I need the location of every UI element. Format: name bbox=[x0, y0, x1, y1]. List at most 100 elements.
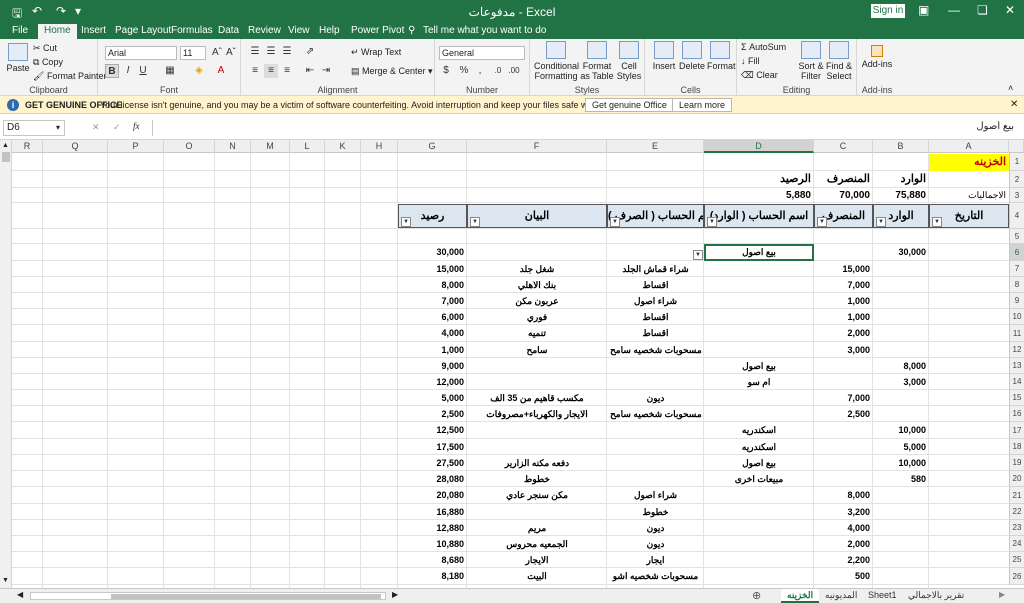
cell-bal[interactable]: 15,000 bbox=[398, 261, 467, 277]
sheet-tab-treasury[interactable]: الخزينه bbox=[781, 589, 820, 603]
cell-in[interactable] bbox=[873, 261, 929, 277]
cancel-icon[interactable]: ✕ bbox=[92, 122, 100, 133]
sort-filter-button[interactable]: Sort & Filter bbox=[797, 39, 825, 81]
row-header[interactable]: 12 bbox=[1009, 342, 1024, 358]
row-header[interactable]: 1 bbox=[1009, 153, 1024, 171]
row-header[interactable]: 11 bbox=[1009, 325, 1024, 342]
cell-bal[interactable]: 8,180 bbox=[398, 568, 467, 585]
cell-out[interactable]: 3,200 bbox=[814, 504, 873, 520]
cell-desc[interactable] bbox=[467, 358, 607, 374]
ribbon-display-icon[interactable]: ▣ bbox=[918, 3, 929, 17]
comma-icon[interactable]: , bbox=[473, 64, 487, 78]
cell-acct-in[interactable]: اسكندريه bbox=[704, 422, 814, 439]
row-header[interactable]: 16 bbox=[1009, 406, 1024, 422]
row-header[interactable]: 18 bbox=[1009, 439, 1024, 455]
cell-desc[interactable]: مكسب قاهيم من 35 الف bbox=[467, 390, 607, 406]
cell-acct-out[interactable]: ديون bbox=[607, 520, 704, 536]
format-as-table-button[interactable]: Format as Table bbox=[580, 39, 614, 81]
cell-out[interactable]: 2,200 bbox=[814, 552, 873, 568]
cell-desc[interactable]: مريم bbox=[467, 520, 607, 536]
minimize-icon[interactable]: — bbox=[948, 3, 960, 17]
align-right-icon[interactable]: ≡ bbox=[280, 64, 294, 78]
row-header[interactable]: 23 bbox=[1009, 520, 1024, 536]
currency-icon[interactable]: $ bbox=[439, 64, 453, 78]
cell-desc[interactable] bbox=[467, 374, 607, 390]
header-account-out[interactable]: اسم الحساب ( الصرف ) bbox=[607, 204, 704, 228]
restore-icon[interactable]: ❏ bbox=[977, 3, 988, 17]
row-header[interactable]: 2 bbox=[1009, 171, 1024, 188]
column-header[interactable]: B bbox=[873, 140, 929, 153]
cell-acct-out[interactable]: اقساط bbox=[607, 277, 704, 293]
tell-me-search[interactable]: Tell me what you want to do bbox=[423, 24, 546, 39]
increase-indent-icon[interactable]: ⇥ bbox=[319, 64, 333, 78]
column-header[interactable]: O bbox=[164, 140, 215, 153]
cell-desc[interactable]: الايجار والكهرباء+مصروفات bbox=[467, 406, 607, 422]
total-balance-value[interactable]: 5,880 bbox=[704, 188, 814, 203]
decrease-decimal-icon[interactable]: .00 bbox=[507, 64, 521, 78]
cell-acct-in[interactable] bbox=[704, 520, 814, 536]
filter-dropdown-icon[interactable]: ▼ bbox=[401, 217, 411, 227]
column-header[interactable]: C bbox=[814, 140, 873, 153]
filter-dropdown-icon[interactable]: ▼ bbox=[693, 250, 703, 260]
row-header[interactable]: 4 bbox=[1009, 203, 1024, 229]
tab-insert[interactable]: Insert bbox=[81, 24, 106, 39]
tab-data[interactable]: Data bbox=[218, 24, 239, 39]
conditional-formatting-button[interactable]: Conditional Formatting bbox=[534, 39, 579, 81]
cell-bal[interactable]: 12,880 bbox=[398, 520, 467, 536]
cell-acct-out[interactable] bbox=[607, 439, 704, 455]
row-header[interactable]: 14 bbox=[1009, 374, 1024, 390]
underline-icon[interactable]: U bbox=[136, 64, 150, 78]
bold-icon[interactable]: B bbox=[105, 64, 119, 78]
cell-in[interactable] bbox=[873, 487, 929, 504]
close-warning-icon[interactable]: ✕ bbox=[1010, 99, 1018, 110]
borders-icon[interactable]: ▦ bbox=[163, 64, 177, 78]
row-header[interactable]: 3 bbox=[1009, 188, 1024, 203]
cell-acct-out[interactable]: ايجار bbox=[607, 552, 704, 568]
paste-button[interactable]: Paste bbox=[4, 41, 32, 73]
cell-acct-in[interactable] bbox=[704, 536, 814, 552]
formula-input[interactable]: بيع اصول bbox=[152, 120, 1022, 136]
row-header[interactable]: 8 bbox=[1009, 277, 1024, 293]
cell-out[interactable] bbox=[814, 471, 873, 487]
font-name-select[interactable]: Arial bbox=[105, 46, 177, 60]
cut-button[interactable]: ✂ Cut bbox=[33, 43, 57, 54]
cell-acct-in[interactable] bbox=[704, 487, 814, 504]
sign-in-button[interactable]: Sign in bbox=[871, 4, 905, 18]
increase-decimal-icon[interactable]: .0 bbox=[491, 64, 505, 78]
cell-acct-out[interactable]: ديون bbox=[607, 536, 704, 552]
cell-bal[interactable]: 9,000 bbox=[398, 358, 467, 374]
more-sheets-icon[interactable]: ▶ bbox=[999, 590, 1005, 599]
row-header[interactable]: 6 bbox=[1009, 244, 1024, 261]
cell-in[interactable]: 3,000 bbox=[873, 374, 929, 390]
align-middle-icon[interactable]: ☰ bbox=[264, 45, 278, 59]
row-header[interactable]: 13 bbox=[1009, 358, 1024, 374]
cell-in[interactable] bbox=[873, 277, 929, 293]
cell-out[interactable] bbox=[814, 244, 873, 261]
cell-desc[interactable]: عربون مكن bbox=[467, 293, 607, 309]
scroll-left-icon[interactable]: ◀ bbox=[17, 590, 23, 599]
row-header[interactable]: 9 bbox=[1009, 293, 1024, 309]
cell-acct-out[interactable]: مسحوبات شخصيه اشو bbox=[607, 568, 704, 585]
row-header[interactable]: 26 bbox=[1009, 568, 1024, 585]
row-header[interactable]: 25 bbox=[1009, 552, 1024, 568]
scroll-up-icon[interactable]: ▲ bbox=[2, 142, 9, 149]
filter-dropdown-icon[interactable]: ▼ bbox=[817, 217, 827, 227]
close-icon[interactable]: ✕ bbox=[1005, 3, 1015, 17]
cell-acct-out[interactable] bbox=[607, 471, 704, 487]
cell-bal[interactable]: 28,080 bbox=[398, 471, 467, 487]
find-select-button[interactable]: Find & Select bbox=[825, 39, 853, 81]
insert-cells-button[interactable]: Insert bbox=[651, 39, 677, 71]
scroll-down-icon[interactable]: ▼ bbox=[2, 577, 9, 584]
cell-acct-out[interactable]: مسحوبات شخصيه سامح bbox=[607, 342, 704, 358]
row-header[interactable]: 17 bbox=[1009, 422, 1024, 439]
horizontal-scrollbar-thumb[interactable] bbox=[111, 594, 381, 599]
cell-out[interactable]: 15,000 bbox=[814, 261, 873, 277]
cell-out[interactable]: 500 bbox=[814, 568, 873, 585]
name-box-dropdown-icon[interactable]: ▾ bbox=[56, 123, 60, 132]
font-size-select[interactable]: 11 bbox=[180, 46, 206, 60]
format-painter-button[interactable]: 🖌 Format Painter bbox=[33, 71, 106, 82]
filter-dropdown-icon[interactable]: ▼ bbox=[707, 217, 717, 227]
cell-acct-in[interactable] bbox=[704, 277, 814, 293]
cell-acct-in[interactable] bbox=[704, 261, 814, 277]
header-account-in[interactable]: اسم الحساب ( الوارد) bbox=[704, 204, 814, 228]
